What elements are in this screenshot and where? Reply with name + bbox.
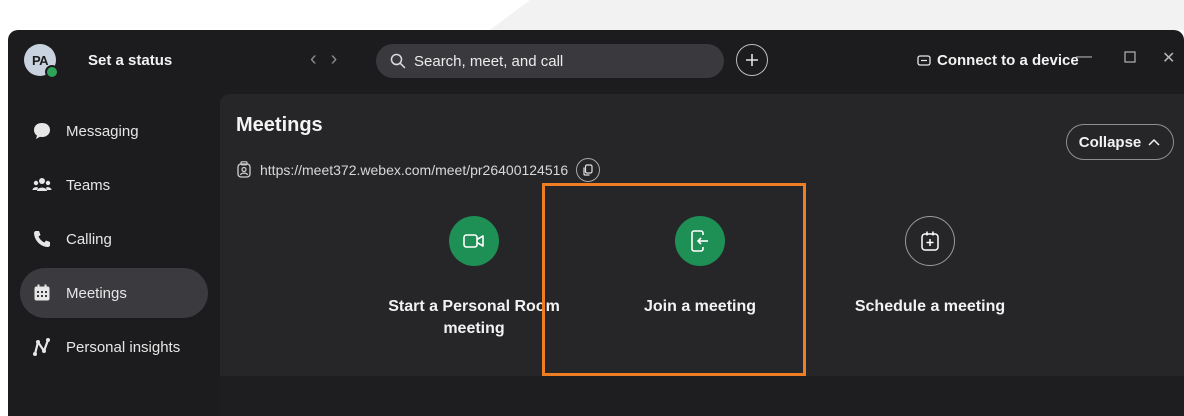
maximize-icon[interactable] xyxy=(1124,48,1136,68)
device-icon xyxy=(917,54,931,66)
action-label: Schedule a meeting xyxy=(855,296,1005,318)
personal-room-url[interactable]: https://meet372.webex.com/meet/pr2640012… xyxy=(260,162,568,178)
search-icon xyxy=(390,53,406,69)
personal-room-link: https://meet372.webex.com/meet/pr2640012… xyxy=(236,158,601,182)
forward-arrow-icon[interactable]: › xyxy=(331,48,338,71)
search-input[interactable] xyxy=(414,52,714,70)
join-meeting-button[interactable]: Join a meeting xyxy=(610,216,790,318)
set-status-button[interactable]: Set a status xyxy=(88,52,172,69)
panel-footer-area xyxy=(220,376,1184,416)
people-icon xyxy=(32,175,52,195)
phone-icon xyxy=(32,229,52,249)
action-label-line2: meeting xyxy=(443,320,505,337)
avatar-initials: PA xyxy=(31,52,49,68)
presence-indicator xyxy=(45,65,59,79)
join-door-icon xyxy=(675,216,725,266)
sidebar-item-personal-insights[interactable]: Personal insights xyxy=(20,322,208,372)
personal-room-icon xyxy=(237,161,251,178)
sidebar-item-label: Calling xyxy=(66,230,112,248)
collapse-label: Collapse xyxy=(1078,133,1142,151)
copy-link-button[interactable] xyxy=(576,158,601,182)
back-arrow-icon[interactable]: ‹ xyxy=(310,48,317,71)
connect-to-device-button[interactable]: Connect to a device xyxy=(917,52,1079,69)
search-bar[interactable] xyxy=(376,44,724,78)
sidebar-item-meetings[interactable]: Meetings xyxy=(20,268,208,318)
action-label: Start a Personal Room meeting xyxy=(388,296,560,340)
action-label-line1: Join a meeting xyxy=(643,298,757,315)
page-title: Meetings xyxy=(236,114,323,136)
sidebar-item-teams[interactable]: Teams xyxy=(20,160,208,210)
chevron-up-icon xyxy=(1148,138,1160,146)
navigation-arrows: ‹ › xyxy=(310,48,337,71)
plus-icon xyxy=(746,54,758,66)
avatar[interactable]: PA xyxy=(24,44,59,79)
minimize-icon[interactable]: — xyxy=(1076,48,1092,66)
start-personal-room-meeting-button[interactable]: Start a Personal Room meeting xyxy=(364,216,584,340)
desktop-background-shape xyxy=(490,0,1184,30)
action-label: Join a meeting xyxy=(644,296,756,318)
close-icon[interactable]: ✕ xyxy=(1162,48,1175,68)
sidebar-item-label: Messaging xyxy=(66,122,139,140)
collapse-button[interactable]: Collapse xyxy=(1066,124,1174,160)
copy-icon xyxy=(583,164,593,176)
action-label-line1: Schedule a meeting xyxy=(854,298,1006,315)
schedule-meeting-button[interactable]: Schedule a meeting xyxy=(830,216,1030,318)
chat-bubble-icon xyxy=(32,121,52,141)
sidebar-item-label: Meetings xyxy=(66,284,127,302)
webex-app-window: PA Set a status ‹ › Conn xyxy=(8,30,1184,416)
calendar-add-icon xyxy=(905,216,955,266)
new-action-button[interactable] xyxy=(736,44,768,76)
sidebar: Messaging Teams Calling Meetings Persona… xyxy=(8,94,214,416)
calendar-icon xyxy=(32,283,52,303)
meetings-panel: Meetings https://meet372.webex.com/meet/… xyxy=(220,94,1184,376)
video-camera-icon xyxy=(449,216,499,266)
sidebar-item-label: Teams xyxy=(66,176,111,194)
sidebar-item-messaging[interactable]: Messaging xyxy=(20,106,208,156)
sidebar-item-calling[interactable]: Calling xyxy=(20,214,208,264)
title-bar: PA Set a status ‹ › Conn xyxy=(8,30,1184,94)
insights-icon xyxy=(32,337,52,357)
action-label-line1: Start a Personal Room xyxy=(388,298,560,315)
connect-label: Connect to a device xyxy=(937,52,1079,69)
sidebar-item-label: Personal insights xyxy=(66,338,181,356)
